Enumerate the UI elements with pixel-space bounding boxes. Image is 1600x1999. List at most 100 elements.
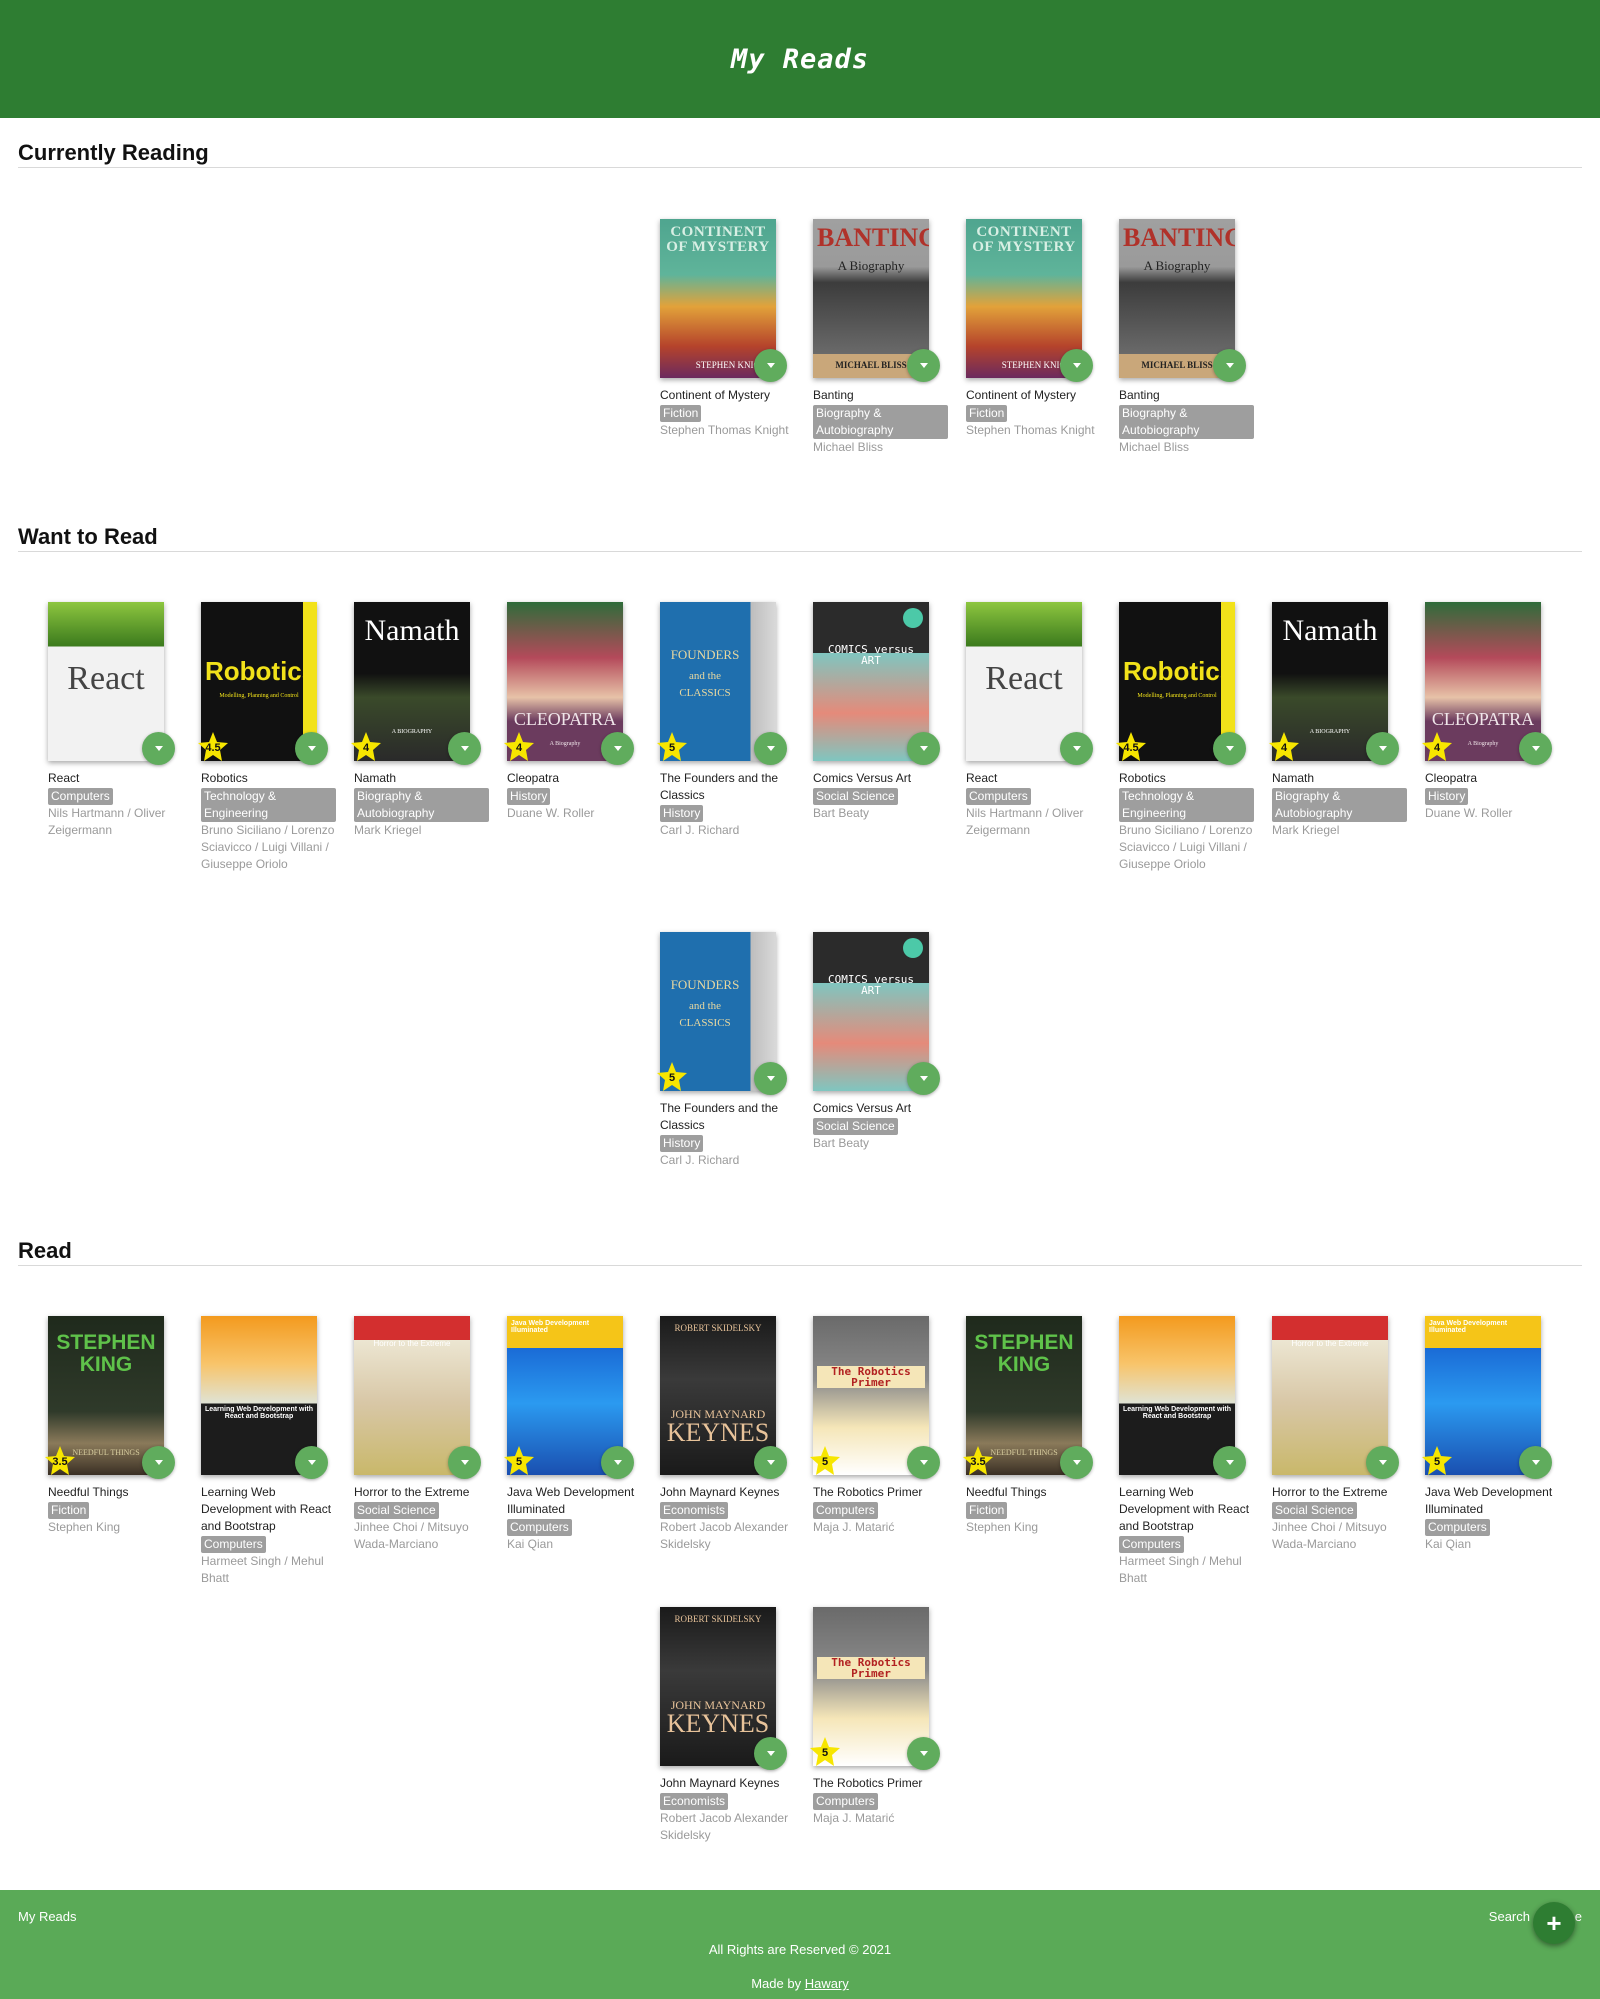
category-badge: Social Science: [1272, 1502, 1357, 1519]
book-meta: Computers Nils Hartmann / Oliver Zeigerma…: [48, 788, 183, 839]
book-authors: Nils Hartmann / Oliver Zeigermann: [48, 806, 166, 837]
cover-title: Java Web Development Illuminated: [1429, 1320, 1508, 1334]
book-authors: Nils Hartmann / Oliver Zeigermann: [966, 806, 1084, 837]
book-meta: Computers Maja J. Matarić: [813, 1793, 948, 1827]
shelf-changer-button[interactable]: [754, 1737, 787, 1770]
shelf-changer-button[interactable]: [448, 1446, 481, 1479]
book-authors: Jinhee Choi / Mitsuyo Wada-Marciano: [354, 1520, 469, 1551]
category-badge: Biography & Autobiography: [354, 788, 489, 822]
shelf-changer-button[interactable]: [907, 1446, 940, 1479]
category-badge: Biography & Autobiography: [1272, 788, 1407, 822]
rating-value: 5: [668, 1072, 676, 1084]
book-authors: Michael Bliss: [813, 440, 884, 454]
shelf-changer-button[interactable]: [907, 732, 940, 765]
shelf-changer-button[interactable]: [1213, 1446, 1246, 1479]
shelf-changer-button[interactable]: [1213, 732, 1246, 765]
book-meta: Technology & Engineering Bruno Siciliano …: [1119, 788, 1254, 873]
shelf-changer-button[interactable]: [754, 732, 787, 765]
rating-badge: 3.5: [44, 1445, 76, 1477]
book-authors: Harmeet Singh / Mehul Bhatt: [1119, 1554, 1242, 1585]
book-meta: Computers Maja J. Matarić: [813, 1502, 948, 1536]
shelf-changer-button[interactable]: [142, 1446, 175, 1479]
book-meta: Fiction Stephen King: [48, 1502, 183, 1536]
chevron-down-icon: [460, 1460, 469, 1465]
footer-brand-link[interactable]: My Reads: [18, 1909, 77, 1924]
book-authors: Robert Jacob Alexander Skidelsky: [660, 1520, 789, 1551]
shelf-title: Want to Read: [18, 524, 158, 549]
shelf-changer-button[interactable]: [295, 1446, 328, 1479]
shelf-changer-button[interactable]: [1519, 732, 1552, 765]
shelf-changer-button[interactable]: [1060, 732, 1093, 765]
book-title: Robotics: [1119, 771, 1166, 785]
shelf-changer-button[interactable]: [1060, 349, 1093, 382]
book-title: Comics Versus Art: [813, 771, 912, 785]
shelf-changer-button[interactable]: [1213, 349, 1246, 382]
book-authors: Kai Qian: [1425, 1537, 1472, 1551]
made-by-prefix: Made by: [751, 1976, 802, 1991]
category-badge: Computers: [48, 788, 113, 805]
chevron-down-icon: [766, 363, 775, 368]
rating-badge: 3.5: [962, 1445, 994, 1477]
book-authors: Michael Bliss: [1119, 440, 1190, 454]
book-title: Namath: [354, 771, 397, 785]
shelf-changer-button[interactable]: [1060, 1446, 1093, 1479]
chevron-down-icon: [307, 746, 316, 751]
cover-subtitle: A Biography: [837, 258, 905, 273]
add-book-button[interactable]: +: [1533, 1902, 1575, 1944]
book-title: React: [966, 771, 998, 785]
shelf-changer-button[interactable]: [754, 1062, 787, 1095]
cover-title: COMICS versus ART: [827, 643, 915, 667]
cover-title: CLEOPATRA: [1431, 709, 1535, 729]
shelf-changer-button[interactable]: [907, 1062, 940, 1095]
book-authors: Stephen Thomas Knight: [660, 423, 789, 437]
book-title: Java Web Development Illuminated: [507, 1485, 635, 1516]
footer-search-link[interactable]: Search: [1489, 1909, 1530, 1924]
book-authors: Carl J. Richard: [660, 823, 740, 837]
cover-subtitle: Modelling, Planning and Control: [1137, 693, 1217, 699]
cover-title: React: [67, 660, 145, 697]
book-meta: Social Science Bart Beaty: [813, 788, 948, 822]
footer-made-by: Made by Hawary: [0, 1976, 1600, 1991]
chevron-down-icon: [1072, 746, 1081, 751]
book-title: The Robotics Primer: [813, 1485, 923, 1499]
rating-value: 4: [515, 742, 523, 754]
rating-badge: 5: [809, 1445, 841, 1477]
book-title: React: [48, 771, 80, 785]
cover-title: React: [985, 660, 1063, 697]
book-title: John Maynard Keynes: [660, 1776, 780, 1790]
shelf-changer-button[interactable]: [754, 1446, 787, 1479]
shelf-changer-button[interactable]: [601, 1446, 634, 1479]
shelf-changer-button[interactable]: [295, 732, 328, 765]
cover-title: KEYNES: [666, 1418, 770, 1447]
book-authors: Bruno Siciliano / Lorenzo Sciavicco / Lu…: [1119, 823, 1253, 871]
shelf-changer-button[interactable]: [142, 732, 175, 765]
book-authors: Mark Kriegel: [1272, 823, 1340, 837]
rating-value: 5: [1433, 1456, 1441, 1468]
shelf-changer-button[interactable]: [1519, 1446, 1552, 1479]
shelf-changer-button[interactable]: [907, 349, 940, 382]
cover-title: STEPHEN KING: [974, 1331, 1074, 1377]
chevron-down-icon: [154, 746, 163, 751]
shelf-changer-button[interactable]: [448, 732, 481, 765]
chevron-down-icon: [766, 1460, 775, 1465]
category-badge: Computers: [507, 1519, 572, 1536]
author-link[interactable]: Hawary: [805, 1976, 849, 1991]
shelf-changer-button[interactable]: [1366, 1446, 1399, 1479]
book-title: Horror to the Extreme: [1272, 1485, 1388, 1499]
footer-copyright: All Rights are Reserved © 2021: [708, 1942, 892, 1957]
book-authors: Kai Qian: [507, 1537, 554, 1551]
cover-subtitle: JOHN MAYNARD: [670, 1407, 766, 1421]
shelf-changer-button[interactable]: [754, 349, 787, 382]
cover-title: BANTING: [1123, 223, 1235, 252]
book-meta: Social Science Bart Beaty: [813, 1118, 948, 1152]
shelf-title: Currently Reading: [18, 140, 209, 165]
book-meta: Fiction Stephen King: [966, 1502, 1101, 1536]
shelf-changer-button[interactable]: [1366, 732, 1399, 765]
shelf-changer-button[interactable]: [907, 1737, 940, 1770]
shelf-changer-button[interactable]: [601, 732, 634, 765]
chevron-down-icon: [1225, 746, 1234, 751]
category-badge: Social Science: [354, 1502, 439, 1519]
book-title: Horror to the Extreme: [354, 1485, 470, 1499]
category-badge: Social Science: [813, 1118, 898, 1135]
book-authors: Duane W. Roller: [507, 806, 595, 820]
